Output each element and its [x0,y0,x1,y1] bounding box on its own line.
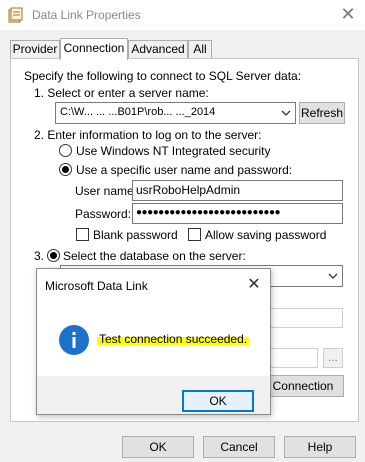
allow-saving-password-checkbox[interactable] [188,228,201,241]
specific-user-label: Use a specific user name and password: [76,163,293,177]
tab-all[interactable]: All [188,40,212,58]
window-title: Data Link Properties [32,8,141,22]
server-name-combo[interactable]: C:\W... ... ...B01P\rob... ..._2014 [55,102,296,124]
database-file-field [270,348,318,368]
specific-user-radio[interactable] [59,163,72,176]
blank-password-label: Blank password [93,228,178,242]
message-box-footer: OK [37,376,270,414]
password-input[interactable]: ●●●●●●●●●●●●●●●●●●●●●●●●●● [132,203,343,224]
tab-connection[interactable]: Connection [60,38,128,60]
message-box: Microsoft Data Link ✕ Test connection su… [36,268,271,415]
help-button[interactable]: Help [284,436,356,458]
select-database-label: Select the database on the server: [63,249,246,263]
step1-label: 1. Select or enter a server name: [34,86,209,100]
attach-database-field [270,308,343,328]
tab-provider[interactable]: Provider [10,40,60,58]
message-text: Test connection succeeded. [97,332,250,346]
message-box-title: Microsoft Data Link [45,279,148,293]
nt-security-label: Use Windows NT Integrated security [76,144,271,158]
allow-saving-password-label: Allow saving password [205,228,327,242]
message-box-close-icon[interactable]: ✕ [243,275,265,295]
server-name-value: C:\W... ... ...B01P\rob... ..._2014 [60,106,216,118]
browse-button[interactable]: ... [323,348,343,368]
tab-advanced[interactable]: Advanced [128,40,188,58]
ok-button[interactable]: OK [122,436,194,458]
window-close-icon[interactable]: ✕ [337,4,359,26]
username-label: User name: [75,184,138,198]
nt-security-radio[interactable] [59,144,72,157]
refresh-button[interactable]: Refresh [299,102,345,124]
username-input[interactable]: usrRoboHelpAdmin [132,180,343,201]
step3-number: 3. [34,249,45,263]
message-box-ok-button[interactable]: OK [182,390,254,412]
blank-password-checkbox[interactable] [76,228,89,241]
data-link-app-icon [8,7,24,23]
password-label: Password: [75,207,132,221]
intro-text: Specify the following to connect to SQL … [24,69,302,83]
chevron-down-icon[interactable] [326,269,340,283]
cancel-button[interactable]: Cancel [203,436,275,458]
test-connection-button[interactable]: Connection [262,375,344,397]
select-database-radio[interactable] [47,249,60,262]
chevron-down-icon[interactable] [279,106,293,120]
step2-label: 2. Enter information to log on to the se… [34,128,262,142]
info-icon [58,324,90,356]
